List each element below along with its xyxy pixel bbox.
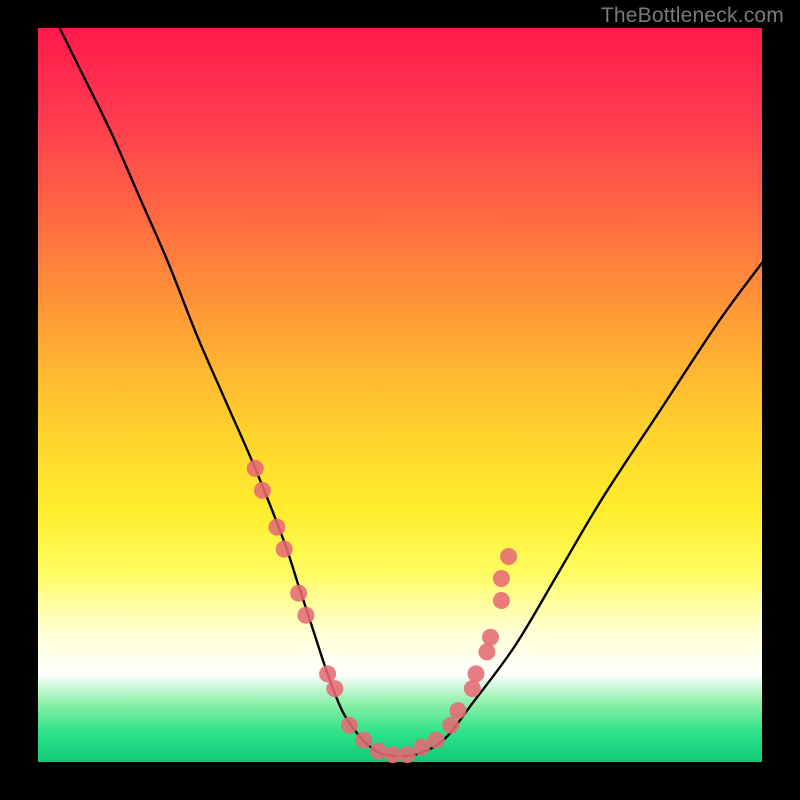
chart-plot-area (38, 28, 762, 762)
chart-marker (468, 665, 485, 682)
chart-markers (247, 460, 517, 763)
chart-marker (478, 643, 495, 660)
chart-marker (355, 732, 372, 749)
watermark-text: TheBottleneck.com (601, 4, 784, 28)
bottleneck-curve (60, 28, 762, 756)
chart-marker (254, 482, 271, 499)
chart-marker (493, 592, 510, 609)
chart-marker (464, 680, 481, 697)
chart-marker (290, 585, 307, 602)
chart-marker (326, 680, 343, 697)
chart-marker (413, 739, 430, 756)
chart-marker (482, 629, 499, 646)
chart-marker (268, 519, 285, 536)
chart-marker (276, 541, 293, 558)
chart-marker (500, 548, 517, 565)
chart-marker (297, 607, 314, 624)
chart-marker (493, 570, 510, 587)
chart-marker (341, 717, 358, 734)
chart-marker (399, 746, 416, 763)
chart-marker (370, 743, 387, 760)
chart-marker (247, 460, 264, 477)
chart-marker (449, 702, 466, 719)
chart-svg (38, 28, 762, 762)
chart-frame: TheBottleneck.com (0, 0, 800, 800)
chart-marker (442, 717, 459, 734)
chart-marker (319, 665, 336, 682)
chart-marker (428, 732, 445, 749)
